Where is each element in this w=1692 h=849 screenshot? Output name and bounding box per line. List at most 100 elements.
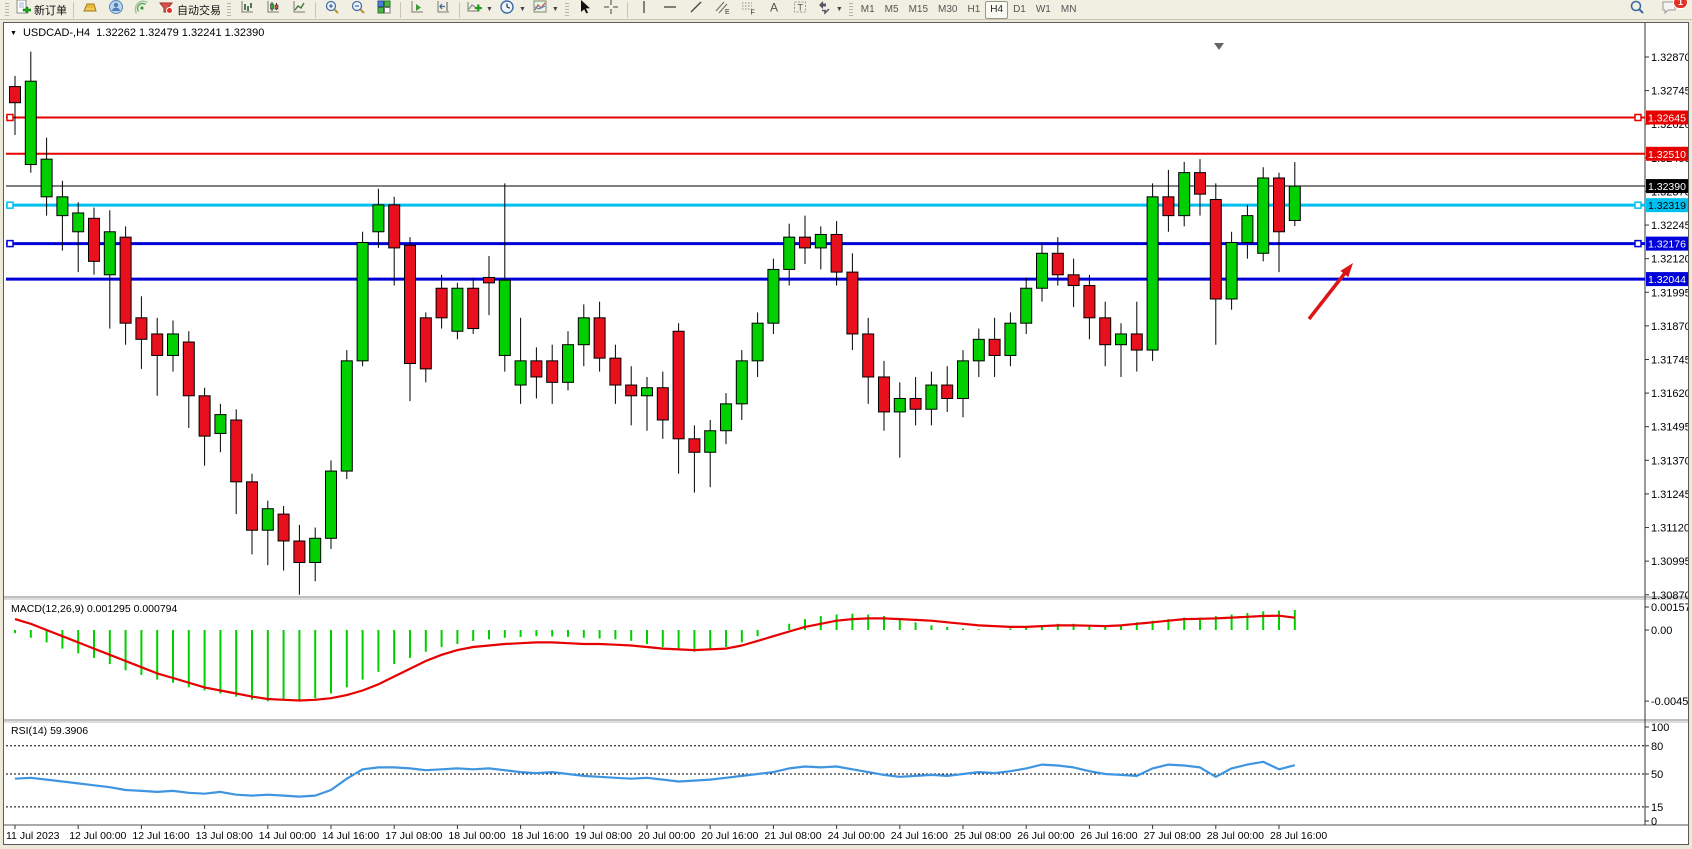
text-icon: A <box>766 0 782 20</box>
candle-body <box>815 234 826 247</box>
chart-shift-button[interactable] <box>430 0 456 20</box>
arrow-annotation[interactable] <box>1309 263 1353 319</box>
candle-body <box>262 509 273 531</box>
toolbar-separator <box>627 2 628 18</box>
macd-signal-line <box>15 616 1295 701</box>
candle-body <box>436 288 447 318</box>
zoom-out-button[interactable] <box>345 0 371 20</box>
channel-icon: E <box>714 0 730 20</box>
candle-body <box>958 361 969 399</box>
time-axis-label: 11 Jul 2023 <box>6 830 60 842</box>
toolbar-gripper[interactable] <box>849 3 853 17</box>
svg-text:1.31495: 1.31495 <box>1651 422 1688 434</box>
timeframe-h1-button[interactable]: H1 <box>962 1 985 19</box>
chart-window[interactable]: ▼ USDCAD-,H4 1.32262 1.32479 1.32241 1.3… <box>3 22 1689 845</box>
candle-body <box>1021 288 1032 323</box>
candle-body <box>468 288 479 328</box>
text-tool-button[interactable]: A <box>761 0 787 20</box>
signals-button[interactable] <box>129 0 155 20</box>
crosshair-icon <box>603 0 619 20</box>
time-axis-label: 26 Jul 16:00 <box>1080 830 1137 842</box>
time-axis-label: 13 Jul 08:00 <box>196 830 253 842</box>
candle-body <box>1258 178 1269 253</box>
toolbar-gripper[interactable] <box>565 3 569 17</box>
gold-button[interactable] <box>77 0 103 20</box>
timeframe-d1-button[interactable]: D1 <box>1008 1 1031 19</box>
candle-body <box>294 541 305 563</box>
chart-canvas[interactable]: 1.328701.327451.326201.324951.323701.322… <box>4 23 1688 844</box>
candle-body <box>894 398 905 411</box>
line-handle[interactable] <box>1635 202 1641 208</box>
timeframe-w1-button[interactable]: W1 <box>1031 1 1056 19</box>
svg-text:-0.004588: -0.004588 <box>1651 696 1688 708</box>
new-order-button[interactable]: 新订单 <box>12 0 70 20</box>
time-axis-label: 21 Jul 08:00 <box>764 830 821 842</box>
line-handle[interactable] <box>7 114 13 120</box>
zoom-in-button[interactable] <box>319 0 345 20</box>
timeframe-m1-button[interactable]: M1 <box>856 1 880 19</box>
line-handle[interactable] <box>1635 114 1641 120</box>
autotrading-button[interactable]: 自动交易 <box>155 0 224 20</box>
svg-text:1.32120: 1.32120 <box>1651 254 1688 266</box>
time-axis[interactable]: 11 Jul 202312 Jul 00:0012 Jul 16:0013 Ju… <box>6 825 1327 842</box>
arrows-icon <box>816 0 832 20</box>
trendline-tool-button[interactable] <box>683 0 709 20</box>
timeframe-m5-button[interactable]: M5 <box>880 1 904 19</box>
periods-button[interactable]: ▼ <box>496 0 529 20</box>
chart-shift-icon <box>435 0 451 20</box>
crosshair-tool-button[interactable] <box>598 0 624 20</box>
text-label-icon: T <box>792 0 808 20</box>
time-axis-label: 26 Jul 00:00 <box>1017 830 1074 842</box>
chevron-down-icon: ▼ <box>552 6 559 13</box>
time-axis-label: 14 Jul 00:00 <box>259 830 316 842</box>
svg-text:0: 0 <box>1651 816 1657 828</box>
candlestick-mode-button[interactable] <box>260 0 286 20</box>
horizontal-line-tool-button[interactable] <box>657 0 683 20</box>
vertical-line-tool-button[interactable] <box>631 0 657 20</box>
timeframe-h4-button[interactable]: H4 <box>985 1 1008 19</box>
fibonacci-tool-button[interactable]: F <box>735 0 761 20</box>
chart-shift-marker[interactable] <box>1214 43 1224 50</box>
fibonacci-icon: F <box>740 0 756 20</box>
candle-body <box>768 269 779 323</box>
indicators-button[interactable]: ▼ <box>463 0 496 20</box>
toolbar-gripper[interactable] <box>227 3 231 17</box>
text-label-tool-button[interactable]: T <box>787 0 813 20</box>
candle-body <box>1005 323 1016 355</box>
notifications-button[interactable]: 1 <box>1656 0 1682 20</box>
search-button[interactable] <box>1624 0 1650 20</box>
chevron-down-icon: ▼ <box>836 6 843 13</box>
svg-text:1.31245: 1.31245 <box>1651 489 1688 501</box>
arrows-tool-button[interactable]: ▼ <box>813 0 846 20</box>
community-button[interactable] <box>103 0 129 20</box>
line-handle[interactable] <box>7 202 13 208</box>
candle-body <box>389 205 400 248</box>
gold-bar-icon <box>82 0 98 20</box>
candle-body <box>1179 173 1190 216</box>
price-lines[interactable] <box>6 117 1645 279</box>
tile-windows-icon <box>376 0 392 20</box>
svg-text:0.00: 0.00 <box>1651 625 1672 637</box>
equidistant-channel-tool-button[interactable]: E <box>709 0 735 20</box>
tile-windows-button[interactable] <box>371 0 397 20</box>
time-axis-label: 18 Jul 16:00 <box>512 830 569 842</box>
rsi-panel[interactable]: 1008050150 <box>6 722 1669 828</box>
macd-panel[interactable]: 0.0015750.00-0.004588 <box>15 602 1688 708</box>
svg-text:1.32245: 1.32245 <box>1651 220 1688 232</box>
candle-body <box>879 377 890 412</box>
templates-button[interactable]: ▼ <box>529 0 562 20</box>
auto-scroll-button[interactable] <box>404 0 430 20</box>
candle-body <box>120 237 131 323</box>
cursor-tool-button[interactable] <box>572 0 598 20</box>
line-handle[interactable] <box>7 241 13 247</box>
timeframe-m15-button[interactable]: M15 <box>904 1 933 19</box>
timeframe-m30-button[interactable]: M30 <box>933 1 962 19</box>
bar-chart-mode-button[interactable] <box>234 0 260 20</box>
line-handle[interactable] <box>1635 241 1641 247</box>
candle-body <box>1068 275 1079 286</box>
svg-text:80: 80 <box>1651 741 1663 753</box>
toolbar-gripper[interactable] <box>5 3 9 17</box>
line-chart-mode-button[interactable] <box>286 0 312 20</box>
timeframe-mn-button[interactable]: MN <box>1056 1 1082 19</box>
time-axis-label: 20 Jul 00:00 <box>638 830 695 842</box>
